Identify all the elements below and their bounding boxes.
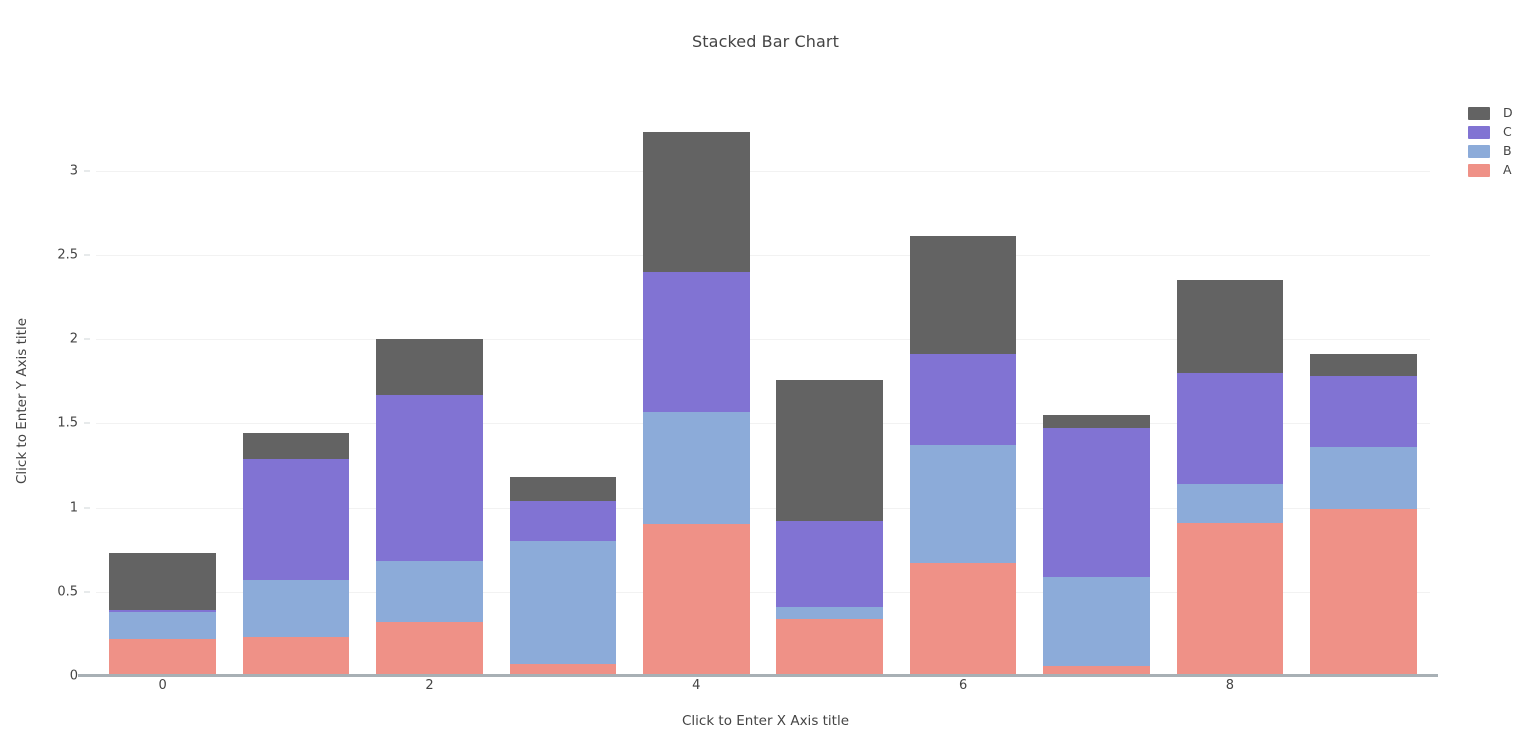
bar-segment-d[interactable] [376, 339, 483, 395]
bar-group[interactable] [376, 110, 483, 676]
bar-segment-d[interactable] [909, 236, 1017, 355]
bar-segment-d[interactable] [642, 131, 750, 272]
bar-segment-a[interactable] [776, 618, 884, 676]
bar-group[interactable] [1176, 110, 1284, 676]
bar-segment-c[interactable] [242, 458, 350, 580]
bar-segment-d[interactable] [242, 433, 350, 459]
bar-segment-a[interactable] [642, 524, 750, 676]
bar-segment-b[interactable] [242, 579, 350, 638]
bar-segment-b[interactable] [776, 606, 884, 619]
legend-item-b[interactable]: B [1468, 142, 1530, 160]
bar-segment-d[interactable] [1043, 414, 1150, 429]
bar-segment-b[interactable] [1309, 446, 1417, 510]
legend-item-a[interactable]: A [1468, 161, 1530, 179]
bar-segment-c[interactable] [1176, 372, 1284, 484]
bar-group[interactable] [909, 110, 1017, 676]
bar-segment-a[interactable] [109, 638, 217, 676]
x-tick-label: 0 [158, 678, 167, 693]
x-tick-label: 6 [958, 678, 968, 693]
chart-title[interactable]: Stacked Bar Chart [0, 32, 1531, 51]
x-axis-title[interactable]: Click to Enter X Axis title [0, 713, 1531, 729]
bar-segment-b[interactable] [642, 411, 750, 525]
bar-segment-a[interactable] [1176, 522, 1284, 676]
x-tick-label: 8 [1225, 678, 1235, 693]
legend-label: C [1503, 123, 1512, 139]
bar-segment-a[interactable] [376, 622, 483, 676]
legend-swatch-icon [1468, 106, 1490, 120]
bars-layer [96, 110, 1430, 676]
bar-segment-b[interactable] [509, 541, 617, 665]
bar-segment-b[interactable] [109, 611, 217, 639]
plot-area [96, 110, 1430, 676]
y-tick-mark [84, 507, 90, 509]
chart-root: Stacked Bar Chart 0 0.5 1 1.5 2 2.5 3 Click to… [0, 0, 1531, 755]
bar-segment-c[interactable] [376, 394, 483, 562]
legend-label: A [1503, 161, 1512, 177]
bar-group[interactable] [642, 110, 750, 676]
bar-segment-b[interactable] [909, 445, 1017, 564]
y-tick-mark [84, 338, 90, 340]
legend-label: B [1503, 142, 1512, 158]
x-axis-line [78, 674, 1438, 677]
x-tick-label: 4 [692, 678, 701, 693]
bar-group[interactable] [776, 110, 884, 676]
legend-swatch-icon [1468, 144, 1490, 158]
y-tick-mark [84, 170, 90, 172]
legend: DCBA [1468, 104, 1530, 180]
bar-segment-c[interactable] [509, 500, 617, 542]
y-tick-mark [84, 254, 90, 256]
bar-group[interactable] [1043, 110, 1150, 676]
x-tick-label: 2 [425, 678, 434, 693]
bar-segment-d[interactable] [776, 379, 884, 522]
bar-group[interactable] [109, 110, 217, 676]
bar-segment-b[interactable] [1176, 483, 1284, 523]
y-tick-mark [84, 591, 90, 593]
legend-label: D [1503, 104, 1513, 120]
bar-group[interactable] [242, 110, 350, 676]
bar-segment-b[interactable] [1043, 576, 1150, 666]
bar-segment-d[interactable] [1176, 280, 1284, 373]
bar-segment-d[interactable] [1309, 354, 1417, 377]
bar-group[interactable] [1309, 110, 1417, 676]
bar-segment-c[interactable] [776, 521, 884, 607]
bar-segment-a[interactable] [242, 637, 350, 676]
y-tick-label: 3 [69, 163, 78, 179]
y-tick-mark [84, 422, 90, 424]
y-tick-label: 0 [69, 668, 78, 684]
bar-segment-c[interactable] [109, 610, 217, 612]
bar-group[interactable] [509, 110, 617, 676]
bar-segment-c[interactable] [1309, 376, 1417, 447]
legend-item-d[interactable]: D [1468, 104, 1530, 122]
bar-segment-a[interactable] [1309, 509, 1417, 676]
legend-swatch-icon [1468, 125, 1490, 139]
bar-segment-d[interactable] [109, 553, 217, 611]
y-axis-title[interactable]: Click to Enter Y Axis title [14, 201, 30, 601]
bar-segment-c[interactable] [909, 354, 1017, 446]
bar-segment-a[interactable] [909, 563, 1017, 676]
bar-segment-d[interactable] [509, 477, 617, 501]
legend-item-c[interactable]: C [1468, 123, 1530, 141]
bar-segment-b[interactable] [376, 561, 483, 623]
bar-segment-c[interactable] [642, 271, 750, 412]
bar-segment-c[interactable] [1043, 428, 1150, 577]
legend-swatch-icon [1468, 163, 1490, 177]
